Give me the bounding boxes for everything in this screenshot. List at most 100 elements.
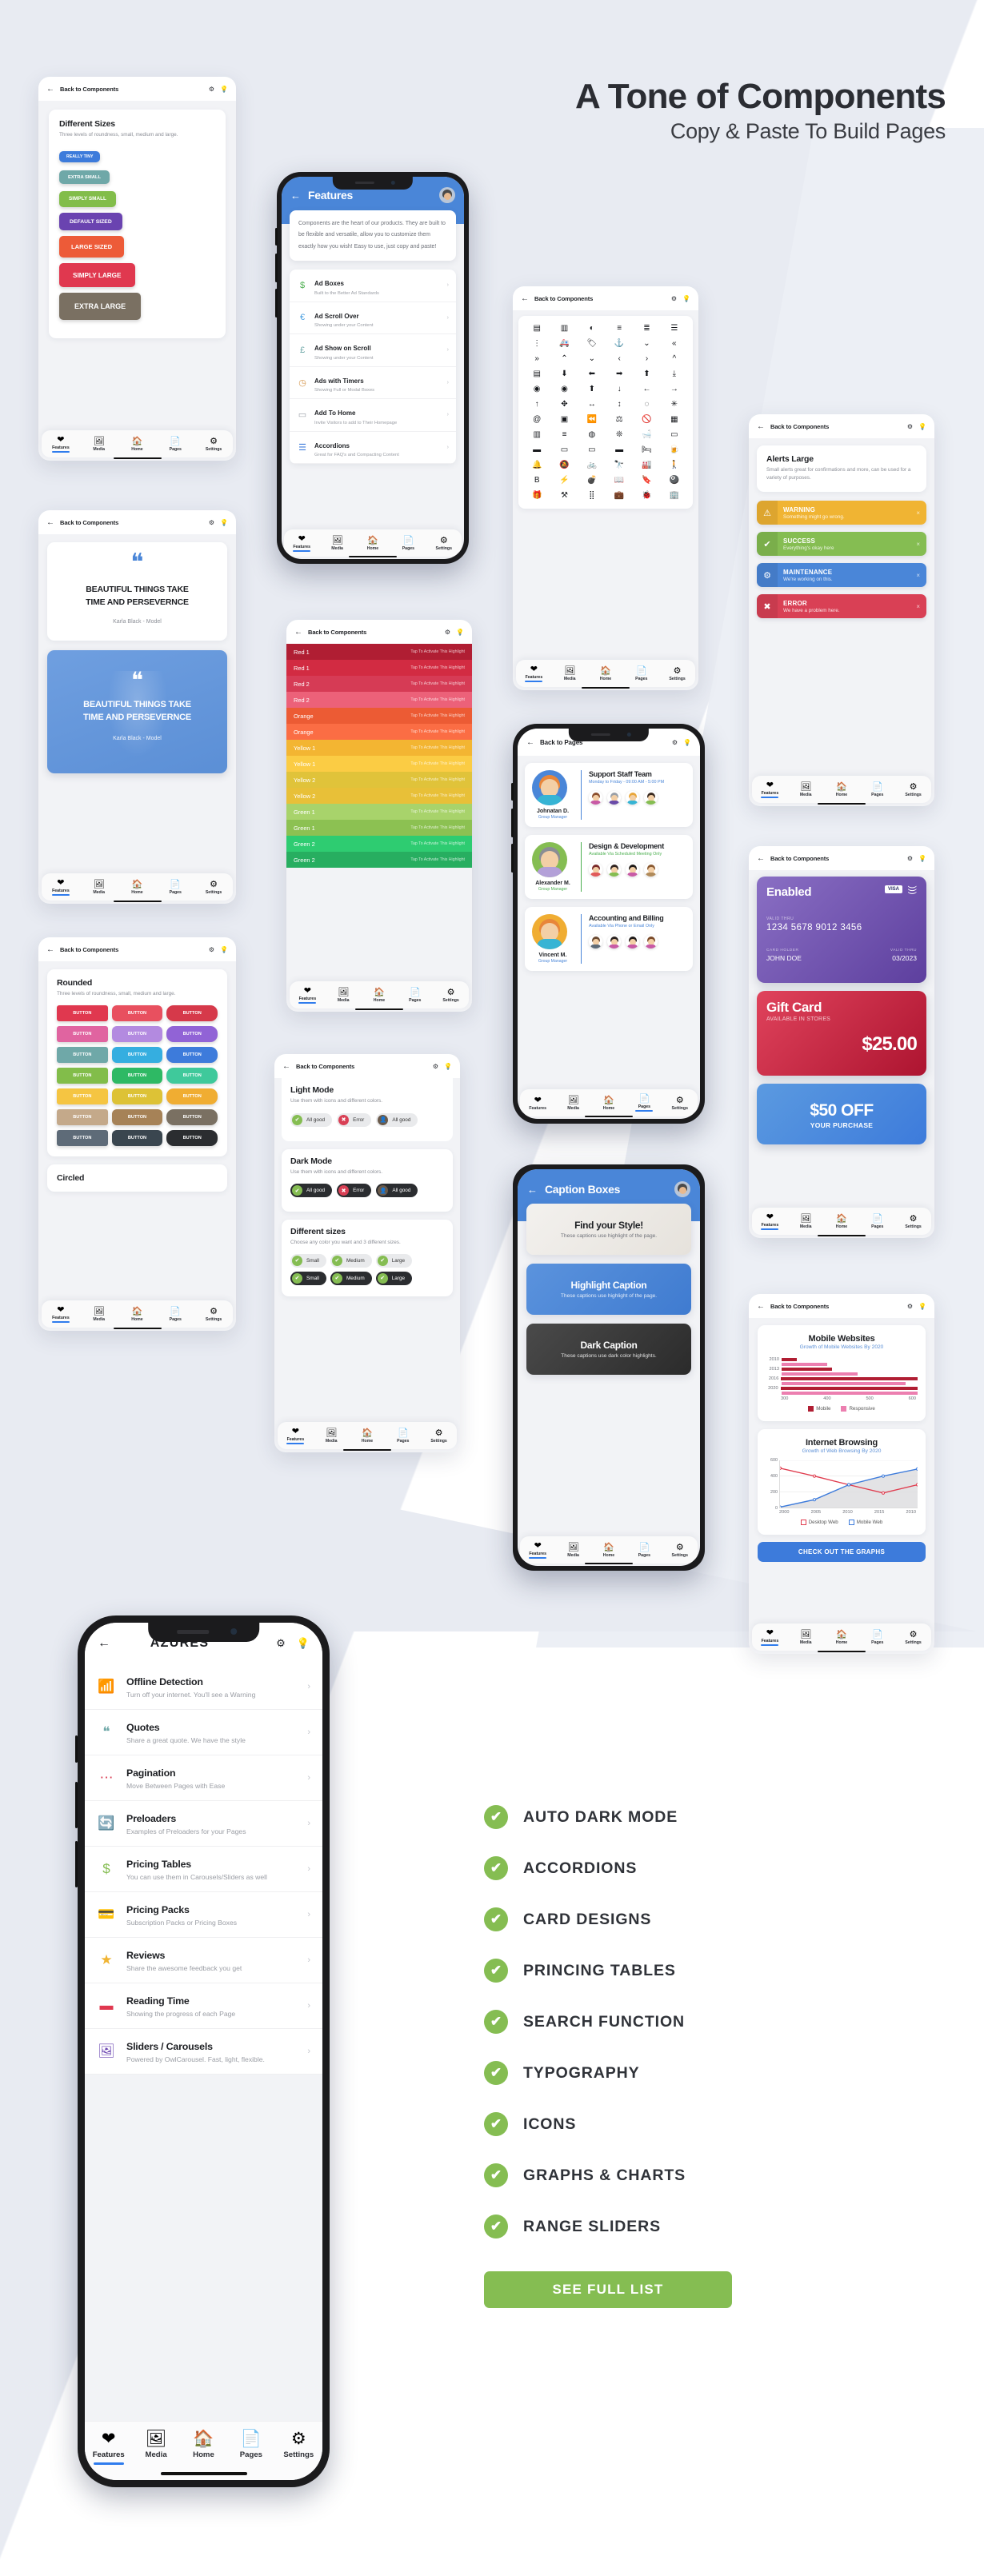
bottom-nav[interactable]: ❤ Features 🖼 Media 🏠 Home 📄 Pages ⚙ Settings [752,776,931,803]
side-button-volume-down[interactable] [511,844,514,873]
bulb-icon[interactable]: 💡 [682,295,690,302]
nav-item-settings[interactable]: ⚙ Settings [663,1096,697,1111]
icon-cell[interactable]: ⬆ [633,368,660,381]
status-pill[interactable]: ✔ Large [375,1271,413,1285]
bottom-nav[interactable]: ❤ Features 🖼 Media 🏠 Home 📄 Pages ⚙ Settings [284,529,462,557]
gear-icon[interactable]: ⚙ [907,423,913,430]
color-strip[interactable]: Red 2 Tap To Activate This Highlight [286,692,472,708]
color-strip[interactable]: Green 1 Tap To Activate This Highlight [286,820,472,836]
icon-cell[interactable]: → [661,383,688,396]
icon-cell[interactable]: 🛁 [633,429,660,441]
icon-cell[interactable]: 🚲 [578,459,606,472]
bulb-icon[interactable]: 💡 [456,629,464,636]
back-arrow-icon[interactable]: ← [757,854,765,863]
team-member-avatar[interactable] [644,791,658,805]
icon-cell[interactable]: 🔔 [523,459,550,472]
nav-item-pages[interactable]: 📄 Pages [627,1543,661,1558]
rounded-button[interactable]: BUTTON [166,1088,218,1104]
nav-item-settings[interactable]: ⚙ Settings [896,1630,930,1645]
gear-icon[interactable]: ⚙ [672,739,678,746]
bulb-icon[interactable]: 💡 [220,86,228,93]
icon-cell[interactable]: ‹ [606,353,633,365]
icon-cell[interactable]: ⚖ [606,413,633,426]
rounded-button[interactable]: BUTTON [166,1067,218,1084]
nav-item-pages[interactable]: 📄 Pages [391,536,425,551]
icon-cell[interactable]: 🚫 [633,413,660,426]
team-card[interactable]: Vincent M. Group Manager Accounting and Bi… [525,907,693,971]
nav-item-settings[interactable]: ⚙ Settings [195,437,231,452]
alert-maintenance[interactable]: ⚙ MAINTENANCE We're working on this. × [757,563,926,588]
back-arrow-icon[interactable]: ← [526,738,534,747]
nav-item-features[interactable]: ❤ Features [42,1305,78,1324]
color-strip[interactable]: Green 1 Tap To Activate This Highlight [286,804,472,820]
nav-item-settings[interactable]: ⚙ Settings [195,1307,231,1322]
avatar[interactable] [674,1181,690,1197]
feature-row[interactable]: $ Ad Boxes Built to the Better Ad Standard… [290,270,456,302]
rounded-button[interactable]: BUTTON [57,1067,108,1084]
side-button-mute[interactable] [275,228,278,246]
color-strip[interactable]: Yellow 2 Tap To Activate This Highlight [286,788,472,804]
icon-cell[interactable]: 🎱 [661,474,688,487]
nav-item-media[interactable]: 🖼 Media [134,2430,178,2459]
nav-item-settings[interactable]: ⚙ Settings [896,782,930,797]
gear-icon[interactable]: ⚙ [445,629,450,636]
nav-item-settings[interactable]: ⚙ Settings [660,666,694,681]
icon-cell[interactable]: ▥ [550,322,578,335]
rounded-button[interactable]: BUTTON [111,1046,163,1063]
status-pill[interactable]: ✖ Error [337,1112,372,1127]
color-strip[interactable]: Red 1 Tap To Activate This Highlight [286,660,472,676]
azures-row[interactable]: $ Pricing Tables You can use them in Carou… [85,1847,322,1892]
size-button[interactable]: SIMPLY SMALL [59,190,116,207]
size-button[interactable]: SIMPLY LARGE [59,263,135,288]
status-pill[interactable]: ✔ Large [375,1253,413,1268]
nav-item-home[interactable]: 🏠 Home [592,1543,626,1558]
color-strip[interactable]: Orange Tap To Activate This Highlight [286,724,472,740]
icon-cell[interactable]: ← [633,383,660,396]
gear-icon[interactable]: ⚙ [907,855,913,862]
feature-row[interactable]: ▭ Add To Home Invite Visitors to add to Th… [290,399,456,432]
rounded-button[interactable]: BUTTON [166,1129,218,1146]
nav-item-pages[interactable]: 📄 Pages [229,2430,274,2459]
size-button[interactable]: EXTRA SMALL [59,170,110,185]
azures-row[interactable]: 🔄 Preloaders Examples of Preloaders for yo… [85,1801,322,1847]
caption-box[interactable]: Dark Caption These captions use dark colo… [526,1324,691,1375]
status-pill[interactable]: 👤 All good [376,1112,418,1127]
bottom-nav[interactable]: ❤ Features 🖼 Media 🏠 Home 📄 Pages ⚙ Settings [42,430,233,457]
bottom-nav[interactable]: ❤ Features 🖼 Media 🏠 Home 📄 Pages ⚙ Settings [42,1300,233,1328]
bulb-icon[interactable]: 💡 [220,946,228,953]
azures-row[interactable]: ⋯ Pagination Move Between Pages with Ease › [85,1755,322,1801]
color-strip[interactable]: Orange Tap To Activate This Highlight [286,708,472,724]
icon-cell[interactable]: 📖 [606,474,633,487]
icon-cell[interactable]: ▤ [523,322,550,335]
credit-card[interactable]: Enabled VISA ))) VALID THRU 1234 5678 90… [757,877,926,983]
status-pill[interactable]: ✔ Small [290,1253,326,1268]
icon-cell[interactable]: ☰ [661,322,688,335]
team-member-avatar[interactable] [589,791,602,805]
icon-cell[interactable]: 🏭 [633,459,660,472]
bottom-nav[interactable]: ❤ Features 🖼 Media 🏠 Home 📄 Pages ⚙ Settings [516,660,695,687]
status-pill[interactable]: ✔ Medium [330,1253,372,1268]
nav-item-settings[interactable]: ⚙ Settings [422,1428,456,1444]
nav-item-features[interactable]: ❤ Features [290,986,325,1004]
nav-item-media[interactable]: 🖼 Media [553,666,587,681]
nav-item-media[interactable]: 🖼 Media [789,1630,823,1645]
nav-item-pages[interactable]: 📄 Pages [158,437,194,452]
nav-item-home[interactable]: 🏠 Home [181,2430,226,2459]
team-member-avatar[interactable] [644,863,658,877]
nav-item-media[interactable]: 🖼 Media [321,536,354,551]
close-icon[interactable]: × [910,541,926,548]
icon-cell[interactable]: 🛏 [633,444,660,457]
rounded-button[interactable]: BUTTON [111,1025,163,1042]
nav-item-home[interactable]: 🏠 Home [350,1428,385,1444]
icon-cell[interactable]: ⌃ [550,353,578,365]
feature-row[interactable]: ☰ Accordions Great for FAQ's and Compactin… [290,432,456,465]
nav-item-pages[interactable]: 📄 Pages [158,880,194,895]
icon-cell[interactable]: ▥ [523,429,550,441]
icon-cell[interactable]: 🐞 [633,489,660,502]
icon-cell[interactable]: ◍ [578,429,606,441]
back-arrow-icon[interactable]: ← [521,294,529,303]
bottom-nav[interactable]: ❤ Features 🖼 Media 🏠 Home 📄 Pages ⚙ Settings [520,1089,698,1116]
icon-cell[interactable]: ◌ [633,398,660,411]
nav-item-features[interactable]: ❤ Features [753,781,787,799]
color-strip[interactable]: Yellow 1 Tap To Activate This Highlight [286,740,472,756]
